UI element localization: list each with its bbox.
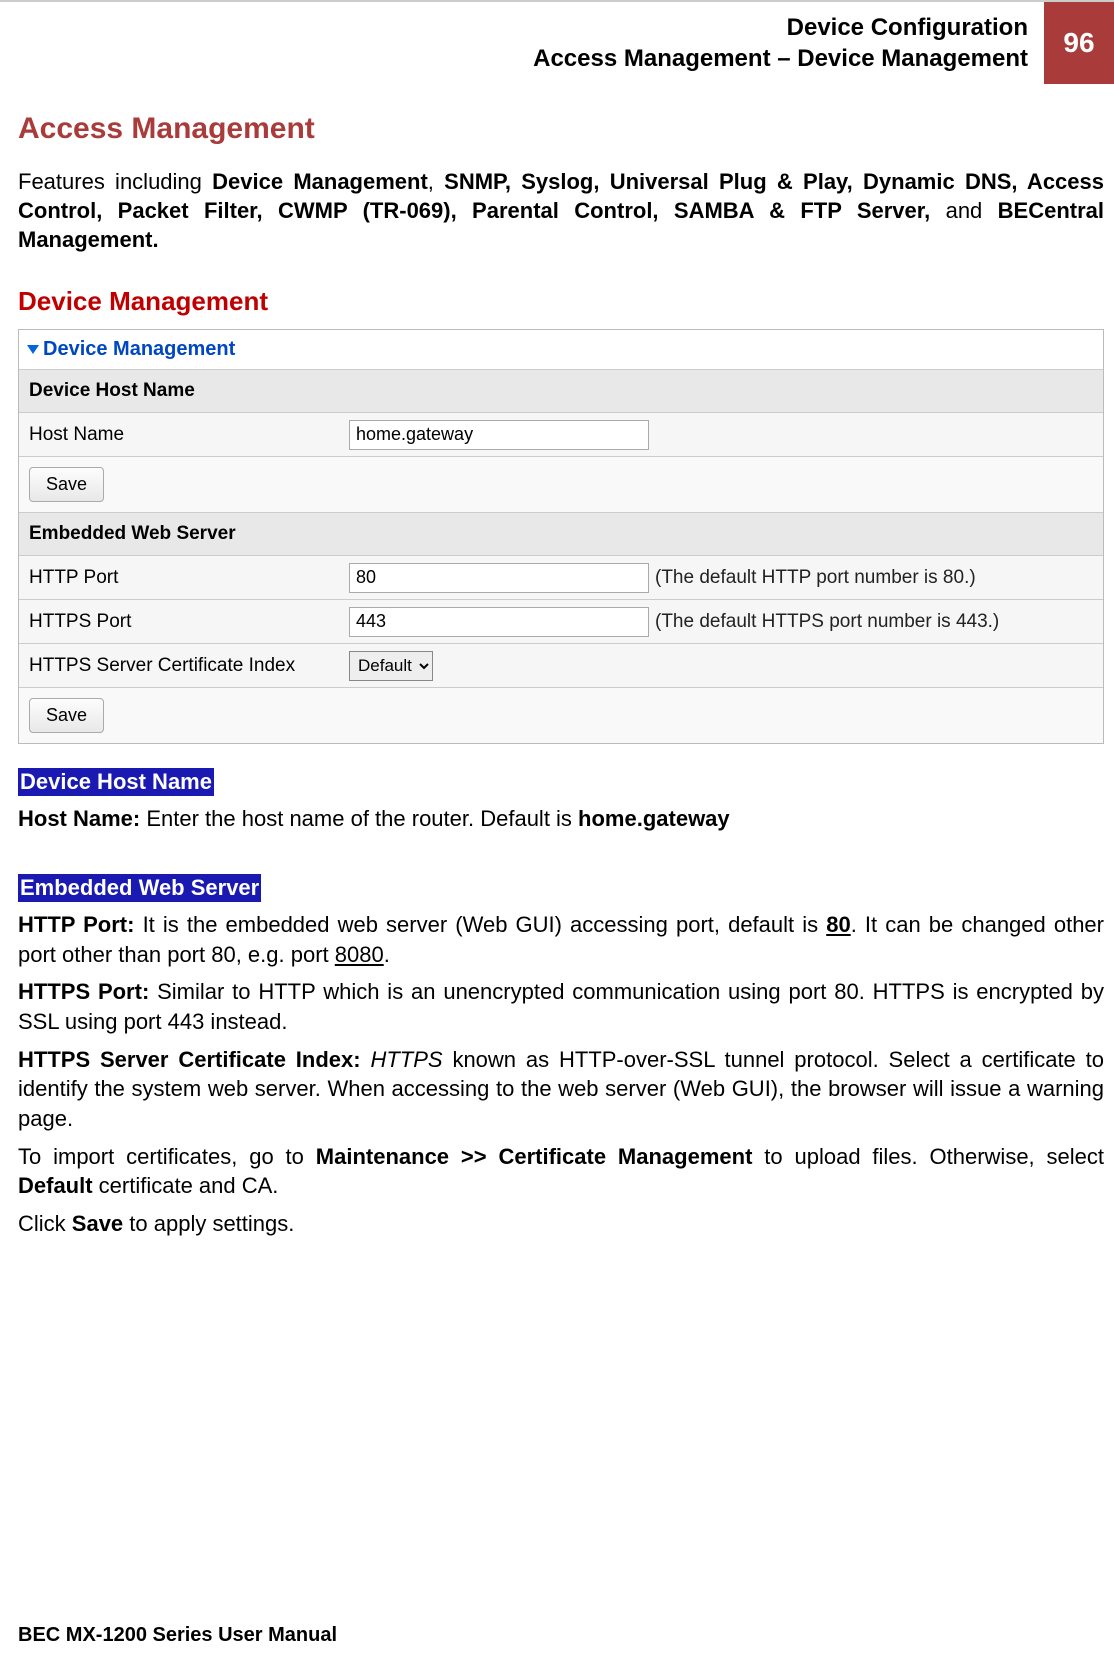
https-port-description: HTTPS Port: Similar to HTTP which is an … [18, 977, 1104, 1036]
https-cert-row: HTTPS Server Certificate Index Default [19, 644, 1103, 688]
https-port-label: HTTPS Port [29, 611, 349, 633]
section-title: Device Management [18, 286, 1104, 317]
http-port-input[interactable] [349, 563, 649, 593]
save-description: Click Save to apply settings. [18, 1209, 1104, 1239]
band-device-host-name: Device Host Name [18, 768, 214, 796]
import-cert-description: To import certificates, go to Maintenanc… [18, 1142, 1104, 1201]
header-line-1: Device Configuration [533, 12, 1028, 43]
chevron-down-icon [27, 345, 39, 354]
device-management-panel: Device Management Device Host Name Host … [18, 329, 1104, 744]
https-port-input[interactable] [349, 607, 649, 637]
panel-title-bar: Device Management [19, 330, 1103, 370]
save-button-2[interactable]: Save [29, 698, 104, 733]
footer-text: BEC MX-1200 Series User Manual [18, 1624, 337, 1647]
header-text: Device Configuration Access Management –… [533, 2, 1044, 84]
http-port-description: HTTP Port: It is the embedded web server… [18, 910, 1104, 969]
http-port-hint: (The default HTTP port number is 80.) [655, 567, 976, 589]
page-header: Device Configuration Access Management –… [0, 0, 1114, 84]
host-name-label: Host Name [29, 424, 349, 446]
save-row-1: Save [19, 457, 1103, 513]
http-port-label: HTTP Port [29, 567, 349, 589]
host-name-row: Host Name [19, 413, 1103, 457]
intro-paragraph: Features including Device Management, SN… [18, 168, 1104, 254]
page-title: Access Management [18, 112, 1104, 146]
band-embedded-web-server: Embedded Web Server [18, 874, 261, 902]
https-cert-select[interactable]: Default [349, 651, 433, 681]
section-device-host-name: Device Host Name [19, 370, 1103, 413]
https-cert-label: HTTPS Server Certificate Index [29, 655, 349, 677]
host-name-description: Host Name: Enter the host name of the ro… [18, 804, 1104, 834]
save-row-2: Save [19, 688, 1103, 743]
http-port-row: HTTP Port (The default HTTP port number … [19, 556, 1103, 600]
https-cert-description: HTTPS Server Certificate Index: HTTPS kn… [18, 1045, 1104, 1134]
save-button-1[interactable]: Save [29, 467, 104, 502]
https-port-hint: (The default HTTPS port number is 443.) [655, 611, 999, 633]
https-port-row: HTTPS Port (The default HTTPS port numbe… [19, 600, 1103, 644]
host-name-input[interactable] [349, 420, 649, 450]
panel-title-text: Device Management [43, 338, 235, 360]
section-embedded-web-server: Embedded Web Server [19, 513, 1103, 556]
page-number: 96 [1044, 2, 1114, 84]
header-line-2: Access Management – Device Management [533, 43, 1028, 74]
